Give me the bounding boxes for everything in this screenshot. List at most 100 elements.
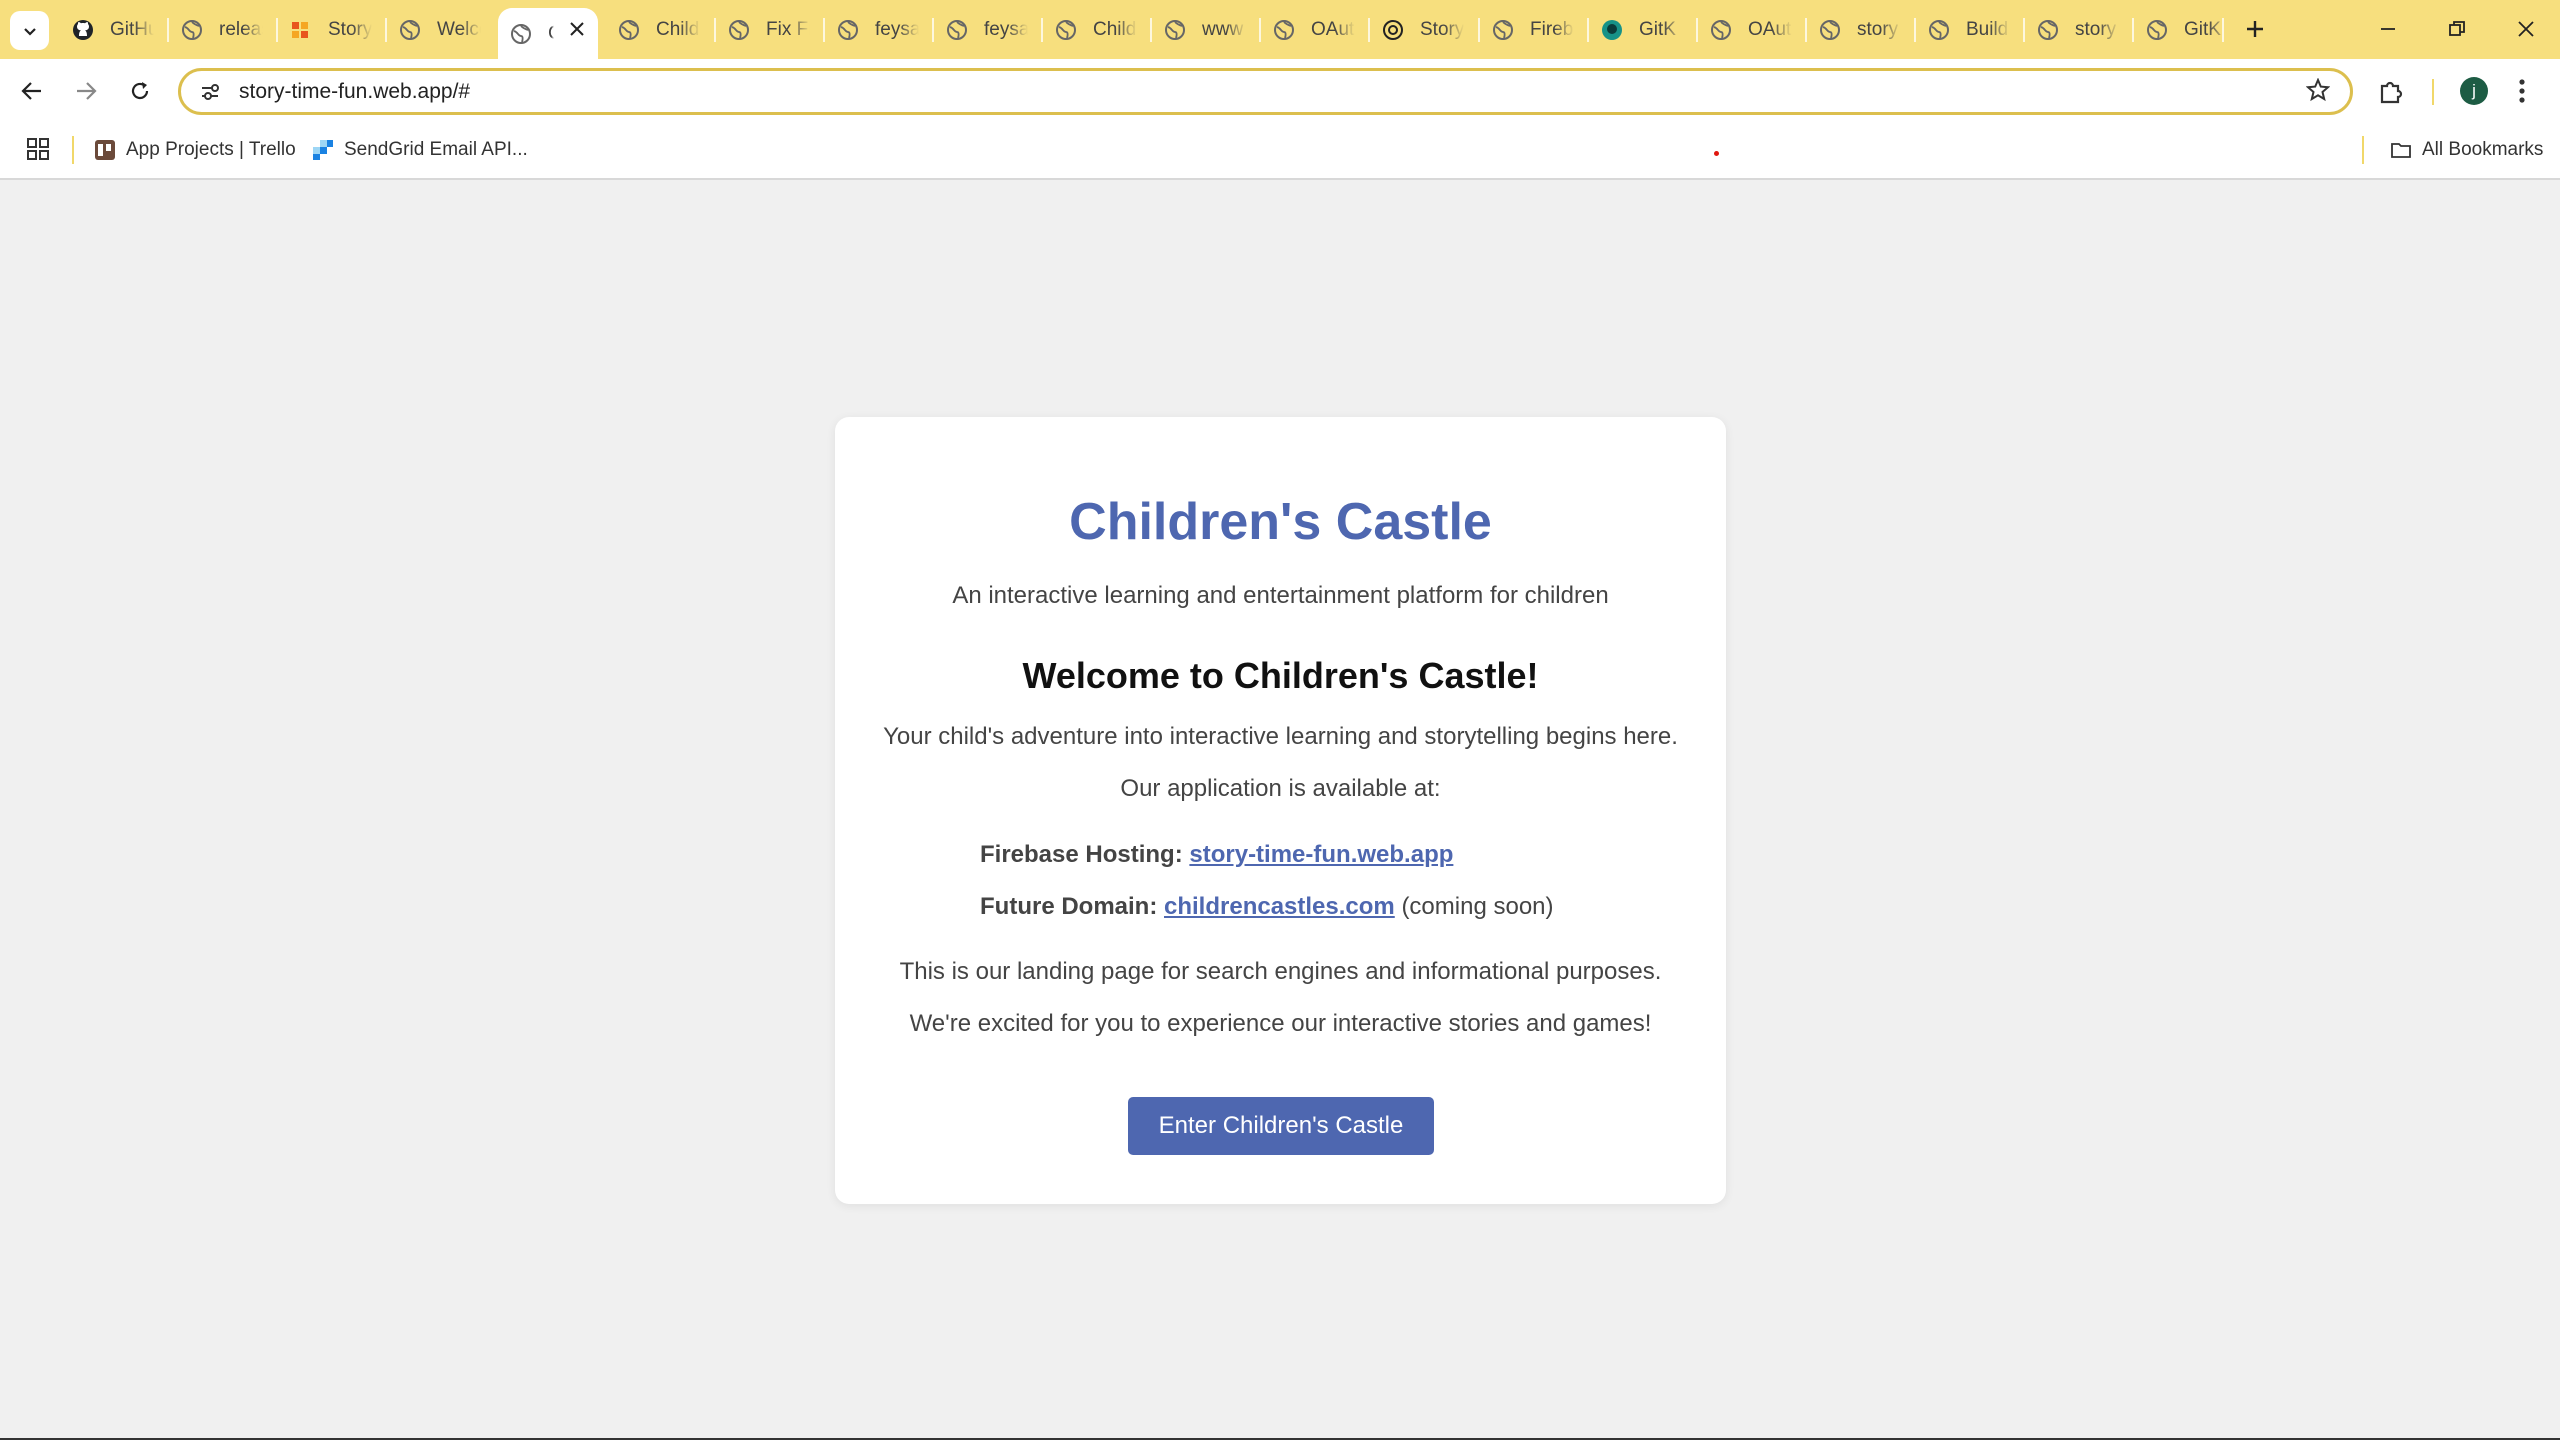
close-tab-icon[interactable]	[568, 20, 586, 44]
globe-icon	[1928, 19, 1950, 41]
gitkraken-icon	[1601, 19, 1623, 41]
tab-title: GitHub	[110, 19, 154, 40]
red-dot	[1714, 151, 1719, 156]
globe-icon	[837, 19, 859, 41]
browser-tab[interactable]: OAuth	[1698, 8, 1806, 52]
browser-tab[interactable]: feysa	[934, 8, 1042, 52]
browser-tab[interactable]: Child	[1043, 8, 1151, 52]
hosting-link[interactable]: story-time-fun.web.app	[1189, 841, 1453, 868]
site-info-icon[interactable]	[195, 77, 225, 107]
reload-button[interactable]	[122, 73, 158, 109]
story-app-icon	[290, 19, 312, 41]
minimize-button[interactable]	[2368, 12, 2408, 46]
globe-icon	[2037, 19, 2059, 41]
globe-icon	[728, 19, 750, 41]
browser-tab[interactable]: Welcome	[387, 8, 495, 52]
trello-icon	[95, 140, 115, 160]
tab-title: Fix Fi	[766, 19, 810, 40]
chevron-down-icon	[23, 27, 36, 36]
forward-button[interactable]	[68, 73, 104, 109]
bookmark-trello-label: App Projects | Trello	[126, 139, 296, 160]
browser-toolbar: story-time-fun.web.app/# j	[0, 59, 2560, 122]
tab-title: Build	[1966, 19, 2009, 40]
sendgrid-icon	[313, 140, 333, 160]
new-tab-button[interactable]	[2240, 14, 2270, 44]
domain-link[interactable]: childrencastles.com	[1164, 893, 1395, 920]
close-window-button[interactable]	[2506, 12, 2546, 46]
globe-icon	[1492, 19, 1514, 41]
globe-icon	[1164, 19, 1186, 41]
tab-divider	[2222, 18, 2224, 42]
extensions-icon[interactable]	[2377, 78, 2405, 111]
bookmark-divider	[2362, 136, 2364, 164]
restore-button[interactable]	[2437, 12, 2477, 46]
page-title: Children's Castle	[1069, 493, 1492, 551]
tab-title: story	[1857, 19, 1899, 40]
page-viewport: Children's Castle An interactive learnin…	[0, 180, 2560, 1438]
browser-tab[interactable]: story	[1807, 8, 1915, 52]
browser-tab[interactable]: OAuth	[1261, 8, 1369, 52]
back-button[interactable]	[14, 73, 50, 109]
address-bar[interactable]: story-time-fun.web.app/#	[178, 68, 2353, 115]
browser-tab[interactable]: GitK	[2134, 8, 2242, 52]
browser-tab[interactable]: feysa	[825, 8, 933, 52]
globe-icon	[1819, 19, 1841, 41]
browser-tab[interactable]: Child	[606, 8, 714, 52]
enter-button[interactable]: Enter Children's Castle	[1128, 1097, 1434, 1155]
tab-title: release	[219, 19, 263, 40]
reload-icon	[131, 82, 149, 100]
profile-avatar[interactable]: j	[2460, 77, 2488, 105]
browser-tab[interactable]: Fix Fi	[716, 8, 824, 52]
bookmark-divider	[72, 136, 74, 164]
domain-label: Future Domain:	[980, 893, 1158, 920]
browser-tab[interactable]: story	[2025, 8, 2133, 52]
browser-tab[interactable]: Build	[1916, 8, 2024, 52]
landing-card: Children's Castle An interactive learnin…	[835, 417, 1726, 1204]
excited-note: We're excited for you to experience our …	[909, 1010, 1652, 1037]
tab-search-button[interactable]	[10, 11, 49, 50]
browser-tab[interactable]: Story	[1370, 8, 1478, 52]
tab-title: Story	[328, 19, 372, 40]
tab-title: Child	[1093, 19, 1137, 40]
browser-tab[interactable]: GitHub	[60, 8, 168, 52]
url-text[interactable]: story-time-fun.web.app/#	[239, 80, 470, 104]
hosting-label: Firebase Hosting:	[980, 841, 1183, 868]
all-bookmarks-button[interactable]: All Bookmarks	[2390, 135, 2543, 165]
bookmark-trello[interactable]: App Projects | Trello	[94, 135, 296, 165]
tab-strip: GitHub release Story Welcome Children's Cast…	[0, 0, 2560, 59]
available-at-text: Our application is available at:	[1120, 775, 1441, 802]
bookmark-sendgrid[interactable]: SendGrid Email API...	[312, 135, 528, 165]
tab-title: www	[1202, 19, 1244, 40]
toolbar-divider	[2432, 79, 2434, 105]
close-icon	[2518, 21, 2534, 37]
bookmarks-bar: App Projects | Trello SendGrid Email API…	[0, 122, 2560, 180]
tab-title: Fireb	[1530, 19, 1574, 40]
firebase-hosting-line: Firebase Hosting: story-time-fun.web.app	[980, 841, 1453, 869]
globe-icon	[2146, 19, 2168, 41]
domain-note: (coming soon)	[1401, 893, 1554, 920]
browser-tab[interactable]: www	[1152, 8, 1260, 52]
tab-title: feysa	[875, 19, 919, 40]
future-domain-line: Future Domain: childrencastles.com (comi…	[980, 893, 1554, 921]
tagline: An interactive learning and entertainmen…	[952, 582, 1609, 609]
apps-grid-icon[interactable]	[26, 137, 50, 166]
globe-icon	[181, 19, 203, 41]
browser-tab[interactable]: release	[169, 8, 277, 52]
browser-tab[interactable]: GitK	[1589, 8, 1697, 52]
bookmark-sendgrid-label: SendGrid Email API...	[344, 139, 528, 160]
globe-icon	[946, 19, 968, 41]
tab-title: OAuth	[1311, 19, 1355, 40]
more-menu-icon[interactable]	[2518, 77, 2526, 110]
restore-icon	[2449, 21, 2465, 36]
browser-tab[interactable]: Story	[278, 8, 386, 52]
browser-tab[interactable]: Children's Castle	[498, 8, 598, 59]
globe-icon	[510, 23, 532, 45]
bookmark-star-icon[interactable]	[2305, 77, 2331, 107]
landing-note: This is our landing page for search engi…	[899, 958, 1662, 985]
globe-icon	[1273, 19, 1295, 41]
forward-arrow-icon	[77, 82, 97, 100]
tab-title: Story	[1420, 19, 1464, 40]
plus-icon	[2247, 21, 2263, 37]
tab-title: Children's Castle	[548, 23, 554, 45]
browser-tab[interactable]: Fireb	[1480, 8, 1588, 52]
